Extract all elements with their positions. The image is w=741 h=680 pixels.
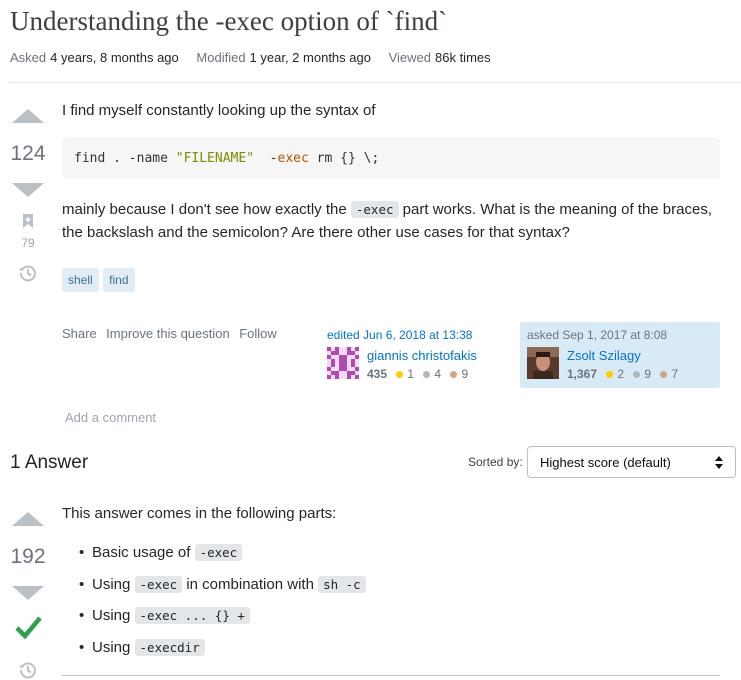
modified-value[interactable]: 1 year, 2 months ago [250,50,371,65]
asker-bronze-count: 7 [671,367,679,381]
part-code: -exec ... {} + [134,607,250,624]
bookmark-count: 79 [21,236,35,250]
tag-list: shell find [62,268,135,292]
gold-badge-icon [606,371,614,378]
part-text: Using [92,575,135,593]
question-body-intro: I find myself constantly looking up the … [62,102,376,119]
follow-link[interactable]: Follow [239,326,277,341]
sort-selected: Highest score (default) [540,455,671,470]
list-item: • Using -exec ... {} + [79,604,366,636]
part-code: -execdir [134,638,205,656]
bronze-badge-icon [450,371,458,378]
answer-intro: This answer comes in the following parts… [62,505,337,522]
improve-link[interactable]: Improve this question [106,326,230,341]
accepted-check-icon [15,616,42,640]
asker-silver-count: 9 [644,367,652,381]
list-item: • Basic usage of -exec [79,541,366,573]
editor-name[interactable]: giannis christofakis [367,348,477,363]
sort-select[interactable]: Highest score (default) [527,446,736,478]
answer-divider [62,675,720,676]
answer-count: 1 [10,452,21,473]
asker-card: asked Sep 1, 2017 at 8:08 Zsolt Szilagy … [520,322,720,388]
answer-count-label: Answer [24,452,89,473]
post-menu: Share Improve this question Follow [62,325,277,343]
code-keyword: exec [277,151,309,166]
viewed-value: 86k times [435,50,491,65]
downvote-icon[interactable] [12,183,44,197]
question-body-paragraph: mainly because I don't see how exactly t… [62,198,722,244]
code-block: find . -name "FILENAME" -exec rm {} \; [62,137,720,179]
part-code-2: sh -c [318,575,366,593]
modified-label: Modified [196,50,246,65]
upvote-icon[interactable] [12,512,44,526]
sort-chevron-icon [715,456,723,469]
question-score: 124 [10,142,46,165]
list-item: • Using -execdir [79,636,366,668]
answer-score: 192 [10,545,46,568]
part-text: Basic usage of [92,544,195,561]
asker-avatar[interactable] [527,347,559,379]
share-link[interactable]: Share [62,326,97,341]
code-part-2: - [254,151,278,166]
part-code: -exec [134,575,183,593]
gold-badge-icon [396,371,404,378]
code-part-1: find . -name [74,151,176,166]
list-item: • Using -exec in combination with sh -c [79,573,366,605]
code-string: "FILENAME" [175,151,255,166]
answer-parts-list: • Basic usage of -exec • Using -exec in co… [79,541,366,668]
editor-avatar[interactable] [327,347,359,379]
code-part-3: rm {} \; [308,151,380,166]
edited-time[interactable]: edited Jun 6, 2018 at 13:38 [327,328,472,342]
answers-header: 1 Answer [10,452,88,474]
asked-time[interactable]: asked Sep 1, 2017 at 8:08 [527,328,667,342]
asker-reputation: 1,367 2 9 7 [567,367,678,381]
history-icon[interactable] [18,263,38,283]
bookmark-icon[interactable] [22,213,34,229]
part-text-after: in combination with [182,575,319,593]
editor-card: edited Jun 6, 2018 at 13:38 giannis chri… [327,322,517,388]
tag-find[interactable]: find [103,268,135,292]
asker-name[interactable]: Zsolt Szilagy [567,348,641,363]
viewed-label: Viewed [388,50,431,65]
editor-gold-count: 1 [407,367,415,381]
asker-gold-count: 2 [617,367,625,381]
question-title[interactable]: Understanding the -exec option of `find` [10,6,447,37]
part-text: Using [92,638,135,656]
asked-label: Asked [10,50,47,65]
editor-reputation: 435 1 4 9 [367,367,468,381]
add-comment-link[interactable]: Add a comment [65,410,156,425]
asker-rep: 1,367 [567,367,598,381]
silver-badge-icon [633,371,641,378]
editor-bronze-count: 9 [461,367,469,381]
upvote-icon[interactable] [12,109,44,123]
header-divider [10,82,741,83]
inline-code: -exec [350,201,399,218]
body-text-before: mainly because I don't see how exactly t… [62,201,351,218]
sort-label: Sorted by: [468,455,523,469]
history-icon[interactable] [18,660,38,680]
part-text: Using [92,607,135,624]
silver-badge-icon [423,371,431,378]
part-code: -exec [194,544,243,561]
downvote-icon[interactable] [12,586,44,600]
question-meta: Asked 4 years, 8 months ago Modified 1 yea… [10,50,505,65]
tag-shell[interactable]: shell [62,268,99,292]
editor-silver-count: 4 [434,367,442,381]
bronze-badge-icon [660,371,668,378]
asked-value[interactable]: 4 years, 8 months ago [50,50,179,65]
editor-rep: 435 [367,367,388,381]
